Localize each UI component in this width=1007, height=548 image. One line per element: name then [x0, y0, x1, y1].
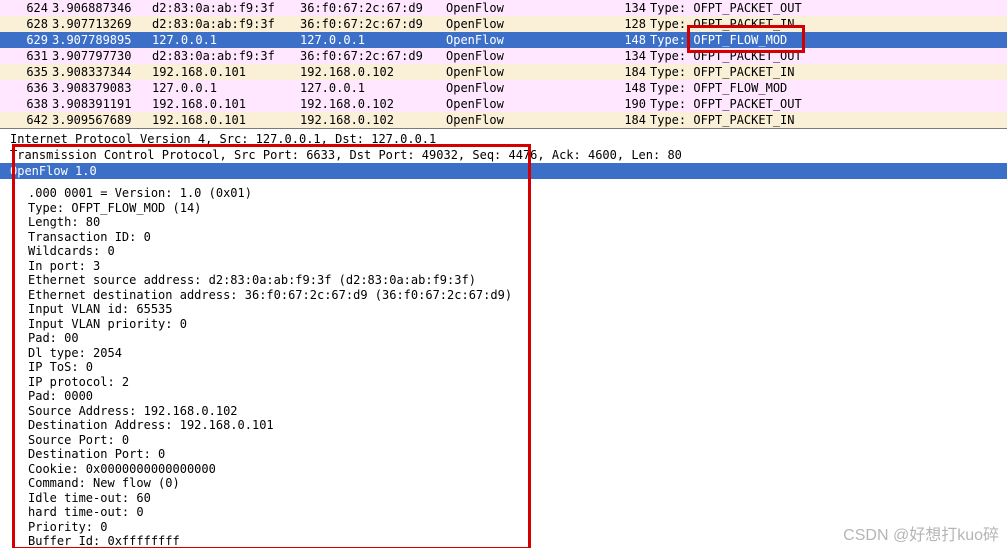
packet-len: 148 — [612, 32, 650, 48]
packet-len: 184 — [612, 64, 650, 80]
detail-line[interactable]: In port: 3 — [28, 258, 1007, 273]
packet-len: 148 — [612, 80, 650, 96]
packet-row[interactable]: 6363.908379083127.0.0.1127.0.0.1OpenFlow… — [0, 80, 1007, 96]
detail-line[interactable]: Destination Address: 192.168.0.101 — [28, 417, 1007, 432]
packet-num: 624 — [0, 0, 52, 16]
packet-row[interactable]: 6293.907789895127.0.0.1127.0.0.1OpenFlow… — [0, 32, 1007, 48]
packet-dst: 127.0.0.1 — [300, 32, 446, 48]
packet-time: 3.906887346 — [52, 0, 152, 16]
packet-len: 134 — [612, 0, 650, 16]
packet-num: 635 — [0, 64, 52, 80]
packet-num: 636 — [0, 80, 52, 96]
packet-num: 629 — [0, 32, 52, 48]
packet-src: d2:83:0a:ab:f9:3f — [152, 0, 300, 16]
packet-src: 192.168.0.101 — [152, 64, 300, 80]
packet-num: 631 — [0, 48, 52, 64]
packet-list[interactable]: 6243.906887346d2:83:0a:ab:f9:3f36:f0:67:… — [0, 0, 1007, 128]
packet-info: Type: OFPT_PACKET_IN — [650, 112, 1007, 128]
detail-line[interactable]: Type: OFPT_FLOW_MOD (14) — [28, 200, 1007, 215]
packet-dst: 192.168.0.102 — [300, 64, 446, 80]
proto-line-ip[interactable]: Internet Protocol Version 4, Src: 127.0.… — [10, 131, 1001, 147]
detail-line[interactable]: Length: 80 — [28, 214, 1007, 229]
detail-line[interactable]: Source Address: 192.168.0.102 — [28, 403, 1007, 418]
proto-line-openflow[interactable]: OpenFlow 1.0 — [0, 163, 1007, 179]
packet-src: 127.0.0.1 — [152, 32, 300, 48]
packet-dst: 127.0.0.1 — [300, 80, 446, 96]
packet-dst: 36:f0:67:2c:67:d9 — [300, 16, 446, 32]
protocol-tree-pane[interactable]: Internet Protocol Version 4, Src: 127.0.… — [0, 128, 1007, 163]
packet-src: 127.0.0.1 — [152, 80, 300, 96]
packet-len: 190 — [612, 96, 650, 112]
packet-dst: 36:f0:67:2c:67:d9 — [300, 0, 446, 16]
detail-line[interactable]: Transaction ID: 0 — [28, 229, 1007, 244]
packet-proto: OpenFlow — [446, 96, 612, 112]
packet-dst: 192.168.0.102 — [300, 96, 446, 112]
detail-line[interactable]: Wildcards: 0 — [28, 243, 1007, 258]
detail-line[interactable]: Source Port: 0 — [28, 432, 1007, 447]
packet-row[interactable]: 6383.908391191192.168.0.101192.168.0.102… — [0, 96, 1007, 112]
packet-info: Type: OFPT_PACKET_IN — [650, 64, 1007, 80]
packet-dst: 36:f0:67:2c:67:d9 — [300, 48, 446, 64]
openflow-detail-pane[interactable]: .000 0001 = Version: 1.0 (0x01)Type: OFP… — [0, 179, 1007, 548]
detail-line[interactable]: .000 0001 = Version: 1.0 (0x01) — [28, 185, 1007, 200]
packet-num: 638 — [0, 96, 52, 112]
detail-line[interactable]: Pad: 0000 — [28, 388, 1007, 403]
packet-row[interactable]: 6313.907797730d2:83:0a:ab:f9:3f36:f0:67:… — [0, 48, 1007, 64]
detail-line[interactable]: Ethernet destination address: 36:f0:67:2… — [28, 287, 1007, 302]
detail-line[interactable]: Cookie: 0x0000000000000000 — [28, 461, 1007, 476]
packet-src: 192.168.0.101 — [152, 96, 300, 112]
packet-src: d2:83:0a:ab:f9:3f — [152, 48, 300, 64]
packet-dst: 192.168.0.102 — [300, 112, 446, 128]
detail-line[interactable]: Input VLAN priority: 0 — [28, 316, 1007, 331]
detail-line[interactable]: Buffer Id: 0xffffffff — [28, 533, 1007, 548]
detail-line[interactable]: Priority: 0 — [28, 519, 1007, 534]
packet-row[interactable]: 6423.909567689192.168.0.101192.168.0.102… — [0, 112, 1007, 128]
packet-proto: OpenFlow — [446, 16, 612, 32]
detail-line[interactable]: Dl type: 2054 — [28, 345, 1007, 360]
packet-time: 3.907797730 — [52, 48, 152, 64]
detail-line[interactable]: Pad: 00 — [28, 330, 1007, 345]
packet-row[interactable]: 6283.907713269d2:83:0a:ab:f9:3f36:f0:67:… — [0, 16, 1007, 32]
packet-len: 184 — [612, 112, 650, 128]
packet-time: 3.908379083 — [52, 80, 152, 96]
detail-line[interactable]: hard time-out: 0 — [28, 504, 1007, 519]
packet-time: 3.908337344 — [52, 64, 152, 80]
packet-info: Type: OFPT_PACKET_OUT — [650, 0, 1007, 16]
packet-proto: OpenFlow — [446, 64, 612, 80]
packet-row[interactable]: 6243.906887346d2:83:0a:ab:f9:3f36:f0:67:… — [0, 0, 1007, 16]
packet-info: Type: OFPT_PACKET_OUT — [650, 48, 1007, 64]
proto-line-tcp[interactable]: Transmission Control Protocol, Src Port:… — [10, 147, 1001, 163]
packet-info: Type: OFPT_PACKET_OUT — [650, 96, 1007, 112]
packet-time: 3.907713269 — [52, 16, 152, 32]
packet-time: 3.908391191 — [52, 96, 152, 112]
detail-line[interactable]: Command: New flow (0) — [28, 475, 1007, 490]
detail-line[interactable]: Input VLAN id: 65535 — [28, 301, 1007, 316]
packet-proto: OpenFlow — [446, 112, 612, 128]
packet-len: 128 — [612, 16, 650, 32]
packet-proto: OpenFlow — [446, 0, 612, 16]
detail-line[interactable]: IP protocol: 2 — [28, 374, 1007, 389]
packet-num: 628 — [0, 16, 52, 32]
packet-time: 3.907789895 — [52, 32, 152, 48]
packet-src: 192.168.0.101 — [152, 112, 300, 128]
packet-proto: OpenFlow — [446, 80, 612, 96]
detail-line[interactable]: Idle time-out: 60 — [28, 490, 1007, 505]
packet-time: 3.909567689 — [52, 112, 152, 128]
packet-row[interactable]: 6353.908337344192.168.0.101192.168.0.102… — [0, 64, 1007, 80]
detail-line[interactable]: Ethernet source address: d2:83:0a:ab:f9:… — [28, 272, 1007, 287]
packet-info: Type: OFPT_PACKET_IN — [650, 16, 1007, 32]
packet-proto: OpenFlow — [446, 48, 612, 64]
packet-len: 134 — [612, 48, 650, 64]
packet-src: d2:83:0a:ab:f9:3f — [152, 16, 300, 32]
packet-num: 642 — [0, 112, 52, 128]
packet-info: Type: OFPT_FLOW_MOD — [650, 80, 1007, 96]
packet-proto: OpenFlow — [446, 32, 612, 48]
detail-line[interactable]: IP ToS: 0 — [28, 359, 1007, 374]
detail-line[interactable]: Destination Port: 0 — [28, 446, 1007, 461]
packet-info: Type: OFPT_FLOW_MOD — [650, 32, 1007, 48]
